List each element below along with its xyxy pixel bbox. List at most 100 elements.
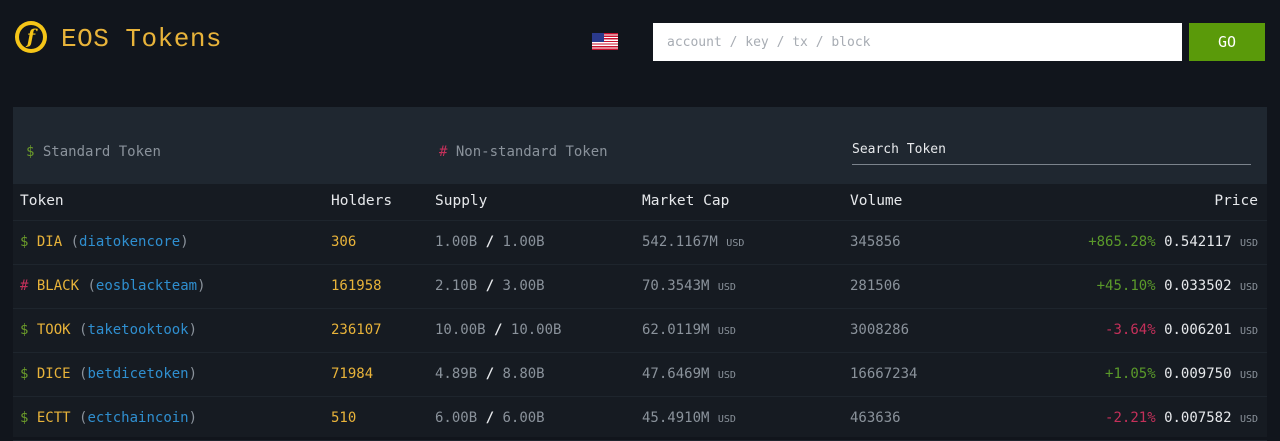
supply-cell: 4.89B / 8.80B [435,366,545,382]
market-cap-unit: USD [717,370,736,381]
supply-max: 6.00B [502,410,545,426]
price-unit: USD [1239,238,1258,249]
supply-cell: 2.10B / 3.00B [435,278,545,294]
supply-max: 3.00B [502,278,545,294]
token-type-symbol: $ [20,234,29,250]
filter-standard-token[interactable]: $ Standard Token [26,144,161,160]
token-type-symbol: # [20,278,29,294]
price-value: 0.009750 [1164,366,1232,382]
market-cap-value: 45.4910M [642,410,710,426]
header-token[interactable]: Token [20,193,64,209]
price-unit: USD [1239,326,1258,337]
market-cap-cell: 47.6469M USD [642,366,736,382]
token-type-symbol: $ [20,322,29,338]
price-value: 0.033502 [1164,278,1232,294]
volume-value: 281506 [850,278,901,294]
site-title[interactable]: EOS Tokens [61,24,222,54]
token-cell: $ DIA (diatokencore) [20,234,189,250]
paren-open: ( [70,234,80,250]
price-change: -3.64% [1105,322,1156,338]
price-unit: USD [1239,370,1258,381]
table-row[interactable]: $ DIA (diatokencore) 306 1.00B / 1.00B 542.… [13,221,1267,265]
header-market-cap[interactable]: Market Cap [642,193,729,209]
token-symbol[interactable]: DICE [37,366,71,382]
supply-separator: / [485,410,495,426]
token-symbol[interactable]: TOOK [37,322,71,338]
supply-circulating: 4.89B [435,366,478,382]
price-unit: USD [1239,414,1258,425]
paren-close: ) [197,278,206,294]
supply-max: 10.00B [510,322,562,338]
market-cap-cell: 45.4910M USD [642,410,736,426]
table-row[interactable]: # BLACK (eosblackteam) 161958 2.10B / 3.00… [13,265,1267,309]
header-holders[interactable]: Holders [331,193,392,209]
holders-value: 161958 [331,278,382,294]
price-cell: +865.28% 0.542117 USD [1088,234,1258,250]
header-price[interactable]: Price [1214,193,1258,209]
paren-close: ) [180,234,189,250]
go-button[interactable]: GO [1189,23,1265,61]
holders-value: 71984 [331,366,374,382]
market-cap-unit: USD [717,414,736,425]
table-row[interactable]: $ DICE (betdicetoken) 71984 4.89B / 8.80B 4… [13,353,1267,397]
paren-open: ( [87,278,96,294]
holders-value: 236107 [331,322,382,338]
paren-close: ) [188,322,198,338]
table-row[interactable]: $ TOOK (taketooktook) 236107 10.00B / 10.0… [13,309,1267,353]
token-type-symbol: $ [20,366,29,382]
nonstandard-symbol: # [439,144,448,160]
supply-circulating: 2.10B [435,278,478,294]
volume-value: 463636 [850,410,901,426]
header-volume[interactable]: Volume [850,193,902,209]
token-search-input[interactable] [852,138,1251,165]
token-symbol[interactable]: ECTT [37,410,71,426]
supply-separator: / [485,366,495,382]
price-change: +45.10% [1096,278,1156,294]
table-header: Token Holders Supply Market Cap Volume P… [13,184,1267,221]
volume-value: 16667234 [850,366,918,382]
standard-symbol: $ [26,144,35,160]
header-supply[interactable]: Supply [435,193,487,209]
table-row[interactable]: $ ECTT (ectchaincoin) 510 6.00B / 6.00B 45.… [13,397,1267,441]
price-value: 0.542117 [1164,234,1232,250]
token-cell: $ DICE (betdicetoken) [20,366,197,382]
market-cap-unit: USD [726,238,745,249]
filter-nonstandard-token[interactable]: # Non-standard Token [439,144,608,160]
token-symbol[interactable]: BLACK [37,278,79,294]
token-contract-link[interactable]: eosblackteam [96,278,197,294]
search-input[interactable] [653,23,1182,61]
market-cap-value: 542.1167M [642,234,718,250]
filter-bar: $ Standard Token # Non-standard Token [13,107,1267,184]
market-cap-value: 70.3543M [642,278,710,294]
price-change: -2.21% [1105,410,1156,426]
holders-value: 306 [331,234,357,250]
supply-max: 8.80B [502,366,545,382]
token-symbol[interactable]: DIA [37,234,62,250]
supply-cell: 6.00B / 6.00B [435,410,545,426]
token-type-symbol: $ [20,410,29,426]
market-cap-cell: 62.0119M USD [642,322,736,338]
market-cap-unit: USD [717,326,736,337]
market-cap-unit: USD [717,282,736,293]
us-flag-icon[interactable] [592,33,618,50]
volume-value: 3008286 [850,322,910,338]
price-unit: USD [1239,282,1258,293]
logo-letter: f [19,25,43,49]
price-change: +1.05% [1105,366,1156,382]
market-cap-value: 62.0119M [642,322,710,338]
token-contract-link[interactable]: betdicetoken [87,366,188,382]
header: f EOS Tokens GO [0,0,1280,90]
price-change: +865.28% [1088,234,1156,250]
supply-separator: / [485,278,495,294]
supply-circulating: 6.00B [435,410,478,426]
price-cell: +1.05% 0.009750 USD [1105,366,1258,382]
token-contract-link[interactable]: ectchaincoin [87,410,188,426]
token-contract-link[interactable]: taketooktook [87,322,188,338]
token-contract-link[interactable]: diatokencore [79,234,180,250]
standard-label: Standard Token [42,144,161,160]
token-panel: $ Standard Token # Non-standard Token To… [13,107,1267,441]
supply-cell: 1.00B / 1.00B [435,234,545,250]
logo-coin-icon[interactable]: f [15,21,47,53]
supply-separator: / [485,234,495,250]
supply-max: 1.00B [502,234,545,250]
